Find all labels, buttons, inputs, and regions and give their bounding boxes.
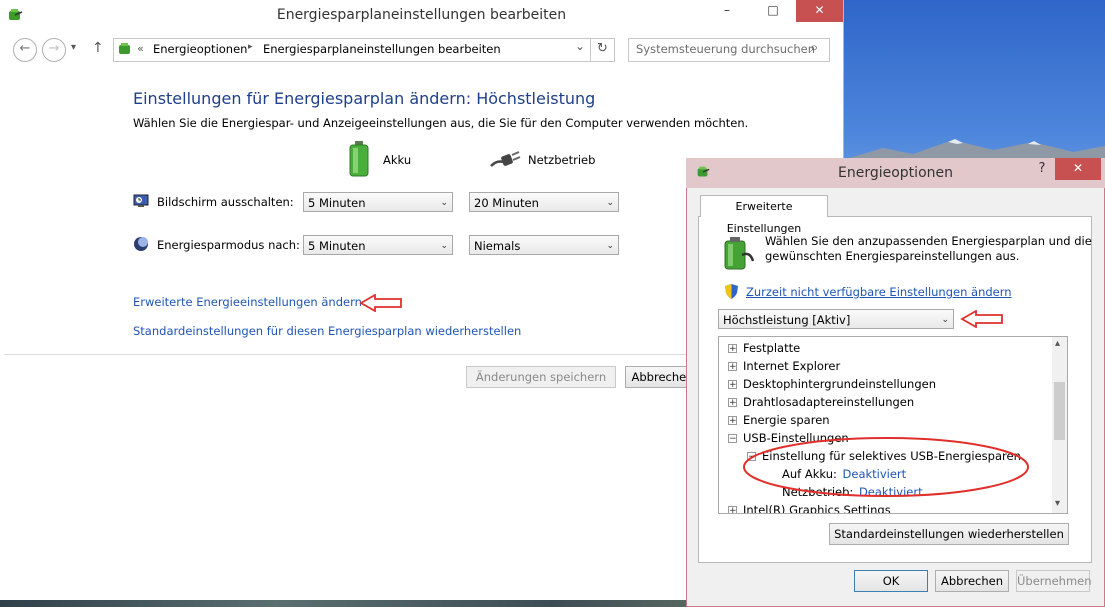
- battery-column-label: Akku: [383, 153, 412, 167]
- battery-plug-icon: [724, 237, 755, 270]
- recent-locations-button[interactable]: ▾: [71, 42, 76, 53]
- page-subtitle: Wählen Sie die Energiespar- und Anzeigee…: [133, 116, 749, 130]
- monitor-icon: [133, 194, 149, 207]
- display-off-plugged-select[interactable]: 20 Minuten ⌄: [469, 192, 619, 212]
- display-off-battery-select[interactable]: 5 Minuten ⌄: [303, 192, 453, 212]
- plan-select[interactable]: Höchstleistung [Aktiv] ⌄: [718, 309, 954, 329]
- chevron-down-icon: ⌄: [606, 241, 614, 251]
- search-placeholder: Systemsteuerung durchsuchen: [636, 42, 816, 56]
- chevron-down-icon: ⌄: [606, 198, 614, 208]
- plugged-column-label: Netzbetrieb: [528, 153, 596, 167]
- dialog-close-button[interactable]: ✕: [1055, 158, 1101, 180]
- battery-icon: [349, 141, 369, 177]
- expand-icon[interactable]: +: [728, 416, 737, 426]
- power-plug-icon: [490, 151, 521, 167]
- expand-icon[interactable]: +: [728, 398, 737, 408]
- up-button[interactable]: ↑: [92, 40, 104, 56]
- page-title: Einstellungen für Energiesparplan ändern…: [133, 89, 596, 108]
- tree-item-label: Energie sparen: [743, 413, 830, 427]
- display-off-plugged-value: 20 Minuten: [474, 196, 539, 210]
- tree-item-sleep[interactable]: + Energie sparen: [728, 413, 830, 427]
- tree-item-desktop-background[interactable]: + Desktophintergrundeinstellungen: [728, 377, 936, 391]
- chevron-down-icon: ⌄: [941, 315, 949, 325]
- collapse-icon[interactable]: −: [728, 434, 737, 444]
- sleep-battery-value: 5 Minuten: [308, 239, 366, 253]
- red-ellipse-annotation: [743, 437, 1029, 497]
- control-panel-icon: [119, 43, 130, 54]
- unavailable-settings-link[interactable]: Zurzeit nicht verfügbare Einstellungen ä…: [746, 285, 1012, 299]
- tree-item-festplatte[interactable]: + Festplatte: [728, 341, 800, 355]
- save-changes-button[interactable]: Änderungen speichern: [466, 366, 616, 388]
- tree-item-wireless-adapter[interactable]: + Drahtlosadaptereinstellungen: [728, 395, 914, 409]
- tree-item-label: Festplatte: [743, 341, 801, 355]
- breadcrumb-overflow[interactable]: «: [137, 42, 144, 55]
- ok-button[interactable]: OK: [854, 570, 928, 592]
- expand-icon[interactable]: +: [728, 344, 737, 354]
- back-button[interactable]: ←: [13, 38, 37, 62]
- breadcrumb-current[interactable]: Energiesparplaneinstellungen bearbeiten: [263, 42, 501, 56]
- tree-item-label: Intel(R) Graphics Settings: [743, 503, 891, 514]
- sleep-plugged-value: Niemals: [474, 239, 521, 253]
- refresh-icon: ↻: [597, 41, 608, 56]
- close-button[interactable]: ✕: [796, 0, 843, 22]
- chevron-down-icon: ⌄: [440, 198, 448, 208]
- chevron-down-icon: ⌄: [440, 241, 448, 251]
- minimize-button[interactable]: –: [704, 0, 750, 22]
- sleep-label: Energiesparmodus nach:: [157, 238, 300, 252]
- sleep-battery-select[interactable]: 5 Minuten ⌄: [303, 235, 453, 255]
- display-off-battery-value: 5 Minuten: [308, 196, 366, 210]
- sleep-plugged-select[interactable]: Niemals ⌄: [469, 235, 619, 255]
- tree-item-internet-explorer[interactable]: + Internet Explorer: [728, 359, 840, 373]
- breadcrumb-arrow: ▸: [248, 42, 253, 52]
- expand-icon[interactable]: +: [728, 506, 737, 513]
- tree-item-label: Desktophintergrundeinstellungen: [743, 377, 936, 391]
- scroll-up-icon[interactable]: ▴: [1055, 338, 1060, 349]
- breadcrumb-energieoptionen[interactable]: Energieoptionen: [153, 42, 247, 56]
- help-button[interactable]: ?: [1030, 158, 1054, 180]
- expand-icon[interactable]: +: [728, 380, 737, 390]
- apply-button[interactable]: Übernehmen: [1016, 570, 1092, 592]
- plan-select-value: Höchstleistung [Aktiv]: [723, 313, 851, 327]
- tab-advanced-settings[interactable]: Erweiterte Einstellungen: [700, 195, 828, 235]
- tree-item-label: Drahtlosadaptereinstellungen: [743, 395, 915, 409]
- red-arrow-annotation: [359, 294, 402, 312]
- display-off-label: Bildschirm ausschalten:: [157, 195, 294, 209]
- dialog-cancel-button[interactable]: Abbrechen: [935, 570, 1009, 592]
- scroll-down-icon[interactable]: ▾: [1055, 498, 1060, 509]
- restore-defaults-link[interactable]: Standardeinstellungen für diesen Energie…: [133, 324, 521, 338]
- restore-defaults-button[interactable]: Standardeinstellungen wiederherstellen: [829, 523, 1069, 545]
- address-dropdown-icon[interactable]: ⌄: [575, 39, 585, 53]
- maximize-button[interactable]: □: [750, 0, 796, 22]
- red-arrow-annotation: [960, 310, 1003, 328]
- sleep-moon-icon: [134, 237, 148, 251]
- search-icon[interactable]: ⌕: [810, 38, 818, 56]
- uac-shield-icon: [725, 284, 738, 299]
- forward-button[interactable]: →: [42, 38, 66, 62]
- advanced-settings-link[interactable]: Erweiterte Energieeinstellungen ändern: [133, 295, 362, 309]
- dialog-intro-line1: Wählen Sie den anzupassenden Energiespar…: [765, 234, 1092, 248]
- expand-icon[interactable]: +: [728, 362, 737, 372]
- tree-item-label: Internet Explorer: [743, 359, 841, 373]
- dialog-intro-line2: gewünschten Energiespareinstellungen aus…: [765, 249, 1020, 263]
- scrollbar-thumb[interactable]: [1054, 382, 1065, 440]
- tree-item-intel-graphics[interactable]: + Intel(R) Graphics Settings: [728, 503, 891, 514]
